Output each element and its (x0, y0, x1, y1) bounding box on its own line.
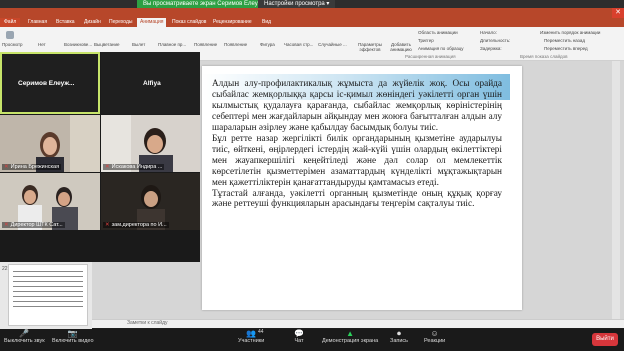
group-timing-label: Время показа слайдов (520, 54, 568, 59)
anim-float-in[interactable]: Плавное пр... (158, 42, 186, 47)
anim-wipe[interactable]: Появление (224, 42, 247, 47)
vertical-scrollbar[interactable] (612, 61, 620, 319)
group-advanced-label: Расширенная анимация (405, 54, 456, 59)
leave-meeting-button[interactable]: Выйти (592, 333, 618, 346)
ppt-title-bar (0, 8, 624, 18)
participant-tile[interactable]: ✕ Искакова Индира ... (101, 115, 200, 172)
screen-share-status: Вы просматриваете экран Серимов Елеужан (137, 0, 275, 8)
slide-paragraph: Алдын алу-профилактикалық жұмыста да жүй… (212, 79, 502, 133)
share-screen-icon: ▲ (346, 329, 355, 338)
reactions-button[interactable]: ☺ Реакции (424, 329, 445, 345)
close-window-button[interactable]: ✕ (612, 8, 624, 18)
trigger-button[interactable]: Триггер (418, 38, 434, 43)
reorder-label: Изменить порядок анимации (540, 30, 601, 35)
participant-name: ✕ зам.директора по И... (103, 222, 169, 228)
preview-button[interactable]: Просмотр (2, 42, 23, 47)
view-options-button[interactable]: Настройки просмотра ▾ (258, 0, 336, 8)
add-animation-button[interactable]: Добавить анимацию (388, 42, 414, 52)
delay-label: Задержка: (480, 46, 502, 51)
effect-options-button[interactable]: Параметры эффектов (356, 42, 384, 52)
mute-button[interactable]: 🎤 Выключить звук (4, 329, 45, 345)
share-screen-button[interactable]: ▲ Демонстрация экрана (322, 329, 378, 345)
participant-name: Alfiya (143, 80, 161, 87)
slide-paragraph: Бұл ретте назар жергілікті билік органда… (212, 133, 502, 188)
anim-wheel[interactable]: Часовая стр... (284, 42, 313, 47)
participant-name: ✕ Директор ШТК Сат... (2, 222, 65, 228)
tab-design[interactable]: Дизайн (84, 18, 101, 27)
record-icon: ⏺ (397, 329, 402, 338)
duration-label: Длительность: (480, 38, 511, 43)
animation-pane-button[interactable]: Область анимации (418, 30, 458, 35)
anim-shape[interactable]: Фигура (260, 42, 275, 47)
tab-view[interactable]: Вид (262, 18, 271, 27)
reactions-icon: ☺ (430, 329, 439, 338)
slide-thumbnail[interactable] (8, 264, 88, 326)
animation-painter-button[interactable]: Анимация по образцу (418, 46, 464, 51)
preview-icon (6, 31, 14, 39)
participants-icon: 👥 (246, 329, 257, 338)
anim-fade[interactable]: Выцветание (94, 42, 120, 47)
video-button[interactable]: 📷 Включить видео (52, 329, 94, 345)
anim-appear[interactable]: Возникнове... (64, 42, 92, 47)
participant-name: ✕ Искакова Индира ... (103, 164, 165, 170)
record-button[interactable]: ⏺ Запись (390, 329, 408, 345)
tab-insert[interactable]: Вставка (56, 18, 75, 27)
tab-slideshow[interactable]: Показ слайдов (172, 18, 206, 27)
mic-muted-icon: ✕ (105, 222, 110, 228)
anim-none[interactable]: Нет (38, 42, 46, 47)
tab-file[interactable]: Файл (0, 18, 21, 27)
move-later-button[interactable]: Переместить вперед (544, 46, 588, 51)
tab-animations[interactable]: Анимация (137, 18, 167, 27)
participant-tile[interactable]: Серимов Елеуж... (0, 52, 100, 114)
participant-tile[interactable]: Alfiya (101, 52, 200, 114)
mic-muted-icon: ✕ (4, 222, 9, 228)
tab-home[interactable]: Главная (28, 18, 47, 27)
participant-name: Серимов Елеуж... (18, 80, 75, 87)
camera-off-icon: 📷 (67, 329, 78, 338)
slide-paragraph: Тұтастай алғанда, уәкілетті органның қыз… (212, 188, 502, 210)
tab-transitions[interactable]: Переходы (109, 18, 132, 27)
chat-icon: 💬 (294, 329, 304, 338)
slide-text-box[interactable]: Алдын алу-профилактикалық жұмыста да жүй… (212, 79, 502, 210)
mic-muted-icon: ✕ (105, 164, 110, 170)
participant-name: ✕ Ирина Брежинская (2, 164, 62, 170)
tab-review[interactable]: Рецензирование (213, 18, 252, 27)
start-label: Начало: (480, 30, 497, 35)
participant-tile[interactable]: ✕ зам.директора по И... (101, 173, 200, 230)
notes-pane[interactable] (92, 319, 624, 328)
participant-count: 44 (258, 329, 264, 335)
move-earlier-button[interactable]: Переместить назад (544, 38, 585, 43)
meeting-toolbar (0, 329, 624, 351)
anim-random[interactable]: Случайные ... (318, 42, 347, 47)
participant-tile[interactable]: ✕ Ирина Брежинская (0, 115, 100, 172)
mic-muted-icon: ✕ (4, 164, 9, 170)
chat-button[interactable]: 💬 Чат (294, 329, 304, 345)
notes-placeholder: Заметки к слайду (127, 320, 168, 326)
slide-number: 22 (2, 266, 8, 272)
anim-fly-in[interactable]: Вылет (132, 42, 145, 47)
participant-tile[interactable]: ✕ Директор ШТК Сат... (0, 173, 100, 230)
anim-split[interactable]: Появление (194, 42, 217, 47)
microphone-icon: 🎤 (19, 329, 30, 338)
